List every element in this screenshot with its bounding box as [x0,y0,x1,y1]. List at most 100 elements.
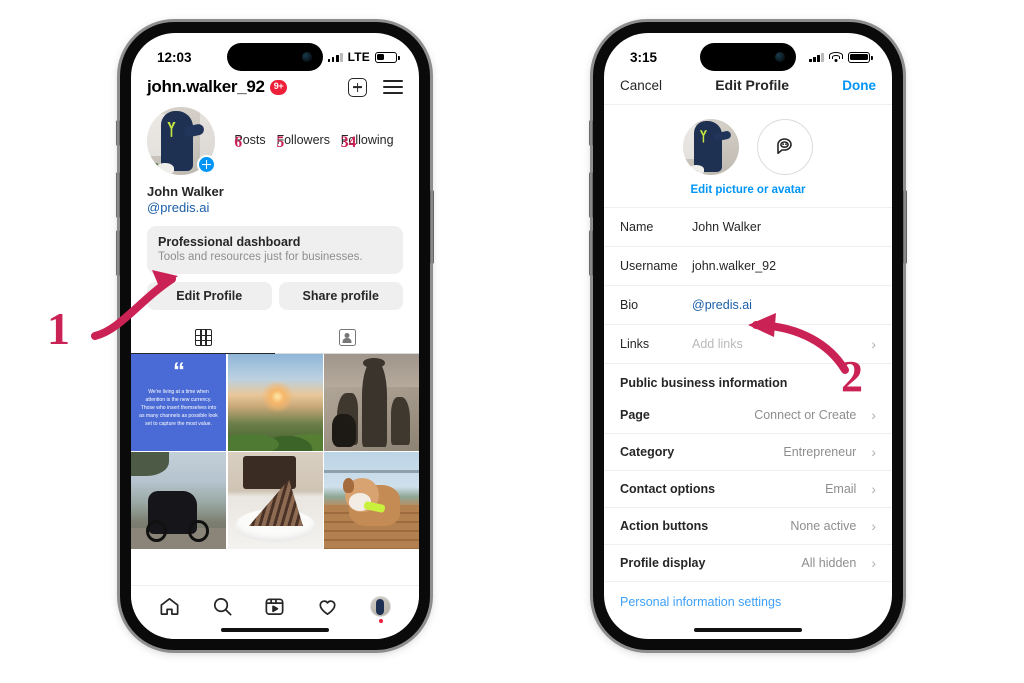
chevron-right-icon: › [871,336,876,352]
post-cell-shadow-walk[interactable] [324,354,419,451]
edit-profile-screen: 3:15 Cancel Edit Profile Done Edit pictu… [604,33,892,639]
page-title: Edit Profile [715,77,790,93]
tagged-person-icon [338,329,356,346]
posts-count: 6 [234,134,243,152]
action-button-right[interactable] [589,120,593,146]
home-indicator-right [694,627,802,632]
stat-followers[interactable]: 5 Followers [276,133,330,152]
wifi-icon [829,51,843,63]
profile-summary-row: 6 Posts 5 Followers 34 Following [131,107,419,175]
share-profile-button[interactable]: Share profile [278,282,403,310]
grid-icon [194,329,212,346]
action-button[interactable] [116,120,120,146]
business-rows: Page Connect or Create › Category Entrep… [604,397,892,582]
done-button[interactable]: Done [842,78,876,93]
field-row-username[interactable]: Username john.walker_92 [604,247,892,286]
business-label-category: Category [620,445,675,459]
professional-dashboard-card[interactable]: Professional dashboard Tools and resourc… [147,226,403,274]
field-value-name[interactable]: John Walker [692,220,876,234]
post-cell-bulldog[interactable] [324,452,419,550]
followers-label: Followers [276,133,330,148]
battery-low-icon [375,51,400,63]
network-label: LTE [347,50,370,64]
tab-grid[interactable] [131,321,275,354]
field-value-bio[interactable]: @predis.ai [692,298,876,312]
post-cell-cake[interactable] [227,452,323,550]
edit-picture-link[interactable]: Edit picture or avatar [604,175,892,207]
hamburger-menu-icon[interactable] [383,80,403,94]
profile-bio[interactable]: @predis.ai [131,199,419,215]
business-row-contact-options[interactable]: Contact options Email › [604,471,892,508]
plus-circle-icon[interactable] [197,155,216,174]
field-value-links[interactable]: Add links [692,337,863,351]
quote-mark-icon: “ [173,358,185,385]
business-row-category[interactable]: Category Entrepreneur › [604,434,892,471]
home-icon[interactable] [158,595,181,618]
field-row-bio[interactable]: Bio @predis.ai [604,286,892,325]
business-row-profile-display[interactable]: Profile display All hidden › [604,545,892,582]
profile-fields: Name John Walker Username john.walker_92… [604,207,892,364]
personal-information-settings-link[interactable]: Personal information settings [604,582,892,622]
dashboard-title: Professional dashboard [158,235,301,249]
tab-tagged[interactable] [275,321,419,353]
business-value-contact-options: Email [825,482,857,496]
profile-username[interactable]: john.walker_92 9+ [147,77,288,97]
business-value-profile-display: All hidden [801,556,857,570]
battery-full-icon [848,51,873,63]
stat-following[interactable]: 34 Following [340,133,394,152]
business-row-page[interactable]: Page Connect or Create › [604,397,892,434]
profile-avatar-icon[interactable] [369,595,392,623]
heart-icon[interactable] [316,595,339,618]
field-label-links: Links [620,337,650,351]
business-label-action-buttons: Action buttons [620,519,709,533]
business-row-action-buttons[interactable]: Action buttons None active › [604,508,892,545]
cancel-button[interactable]: Cancel [620,78,662,93]
search-icon[interactable] [211,595,234,618]
profile-display-name: John Walker [147,184,224,199]
chevron-right-icon: › [871,407,876,423]
volume-down-button[interactable] [116,230,120,276]
status-time-right: 3:15 [630,49,658,65]
reels-icon[interactable] [263,595,286,618]
avatar[interactable] [147,107,216,175]
business-label-contact-options: Contact options [620,482,716,496]
profile-avatar-thumb[interactable] [683,119,739,175]
dynamic-island [227,43,323,71]
business-value-category: Entrepreneur [783,445,857,459]
status-time: 12:03 [157,49,192,65]
power-button[interactable] [430,190,434,264]
field-row-name[interactable]: Name John Walker [604,208,892,247]
annotation-number-2: 2 [841,352,863,401]
posts-grid: “ We're living at a time when attention … [131,354,419,550]
cellular-bars-icon-right [809,52,824,62]
plus-box-icon[interactable] [348,77,367,97]
dynamic-island-right [700,43,796,71]
avatar-sticker-icon[interactable] [757,119,813,175]
username-text: john.walker_92 [147,77,265,96]
field-label-username: Username [620,259,678,273]
home-indicator [221,627,329,632]
profile-tabs [131,321,419,354]
edit-profile-button[interactable]: Edit Profile [147,282,272,310]
volume-up-button-right[interactable] [589,172,593,218]
business-value-page: Connect or Create [754,408,857,422]
volume-down-button-right[interactable] [589,230,593,276]
instagram-header: john.walker_92 9+ [131,73,419,107]
phone-left: 12:03 LTE john.walker_92 9+ 6 Posts 5 Fo… [116,22,434,650]
chevron-right-icon: › [871,444,876,460]
post-cell-quote[interactable]: “ We're living at a time when attention … [131,354,226,451]
business-label-profile-display: Profile display [620,556,706,570]
dashboard-subtitle: Tools and resources just for businesses. [158,251,363,263]
post-cell-motorcycle[interactable] [131,452,226,550]
notification-dot [378,619,383,623]
cellular-bars-icon [327,52,343,62]
picture-section [604,105,892,175]
following-count: 34 [340,134,357,152]
stat-posts[interactable]: 6 Posts [234,133,265,152]
post-cell-sunset[interactable] [227,354,323,451]
field-value-username[interactable]: john.walker_92 [692,259,876,273]
profile-stats: 6 Posts 5 Followers 34 Following [229,133,403,152]
followers-count: 5 [276,134,285,152]
volume-up-button[interactable] [116,172,120,218]
power-button-right[interactable] [903,190,907,264]
